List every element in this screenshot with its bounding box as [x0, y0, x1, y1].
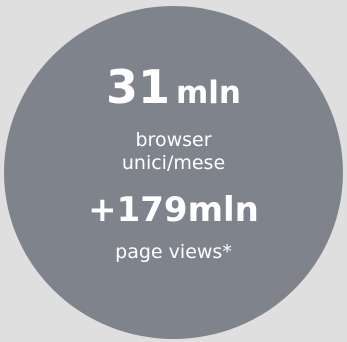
main-stat: 31 mln — [4, 64, 343, 110]
page-views-label: page views* — [115, 241, 232, 263]
browser-label: browser — [135, 129, 212, 151]
main-value: 31 — [105, 60, 170, 114]
secondary-stat: +179mln — [88, 190, 259, 230]
stat-circle: 31 mln browser unici/mese +179mln page vi… — [4, 6, 343, 339]
unique-per-month-label: unici/mese — [121, 152, 226, 174]
main-unit: mln — [176, 75, 241, 111]
